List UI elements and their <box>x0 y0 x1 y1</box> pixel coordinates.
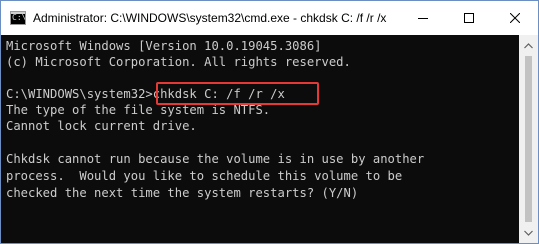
window-title: Administrator: C:\WINDOWS\system32\cmd.e… <box>33 11 387 25</box>
maximize-icon <box>464 13 474 23</box>
vertical-scrollbar[interactable] <box>519 35 538 243</box>
chevron-down-icon <box>524 230 533 236</box>
scrollbar-thumb[interactable] <box>525 56 532 222</box>
console-line: Cannot lock current drive. <box>6 119 197 133</box>
cmd-window: C:\ Administrator: C:\WINDOWS\system32\c… <box>0 0 539 244</box>
close-icon <box>510 13 520 23</box>
console-line: Chkdsk cannot run because the volume is … <box>6 152 425 166</box>
caption-buttons <box>400 1 538 35</box>
title-bar[interactable]: C:\ Administrator: C:\WINDOWS\system32\c… <box>1 1 538 35</box>
maximize-button[interactable] <box>446 1 492 35</box>
console-line: Microsoft Windows [Version 10.0.19045.30… <box>6 39 322 53</box>
console-output[interactable]: Microsoft Windows [Version 10.0.19045.30… <box>1 35 520 243</box>
console-line: checked the next time the system restart… <box>6 186 359 200</box>
minimize-icon <box>418 18 428 19</box>
console-line: (c) Microsoft Corporation. All rights re… <box>6 55 351 69</box>
close-button[interactable] <box>492 1 538 35</box>
cmd-app-icon[interactable]: C:\ <box>10 11 26 25</box>
chevron-up-icon <box>524 42 533 48</box>
console-line: process. Would you like to schedule this… <box>6 169 403 183</box>
minimize-button[interactable] <box>400 1 446 35</box>
scroll-up-button[interactable] <box>519 37 538 54</box>
command-highlight-box <box>156 82 319 105</box>
scroll-down-button[interactable] <box>519 224 538 241</box>
